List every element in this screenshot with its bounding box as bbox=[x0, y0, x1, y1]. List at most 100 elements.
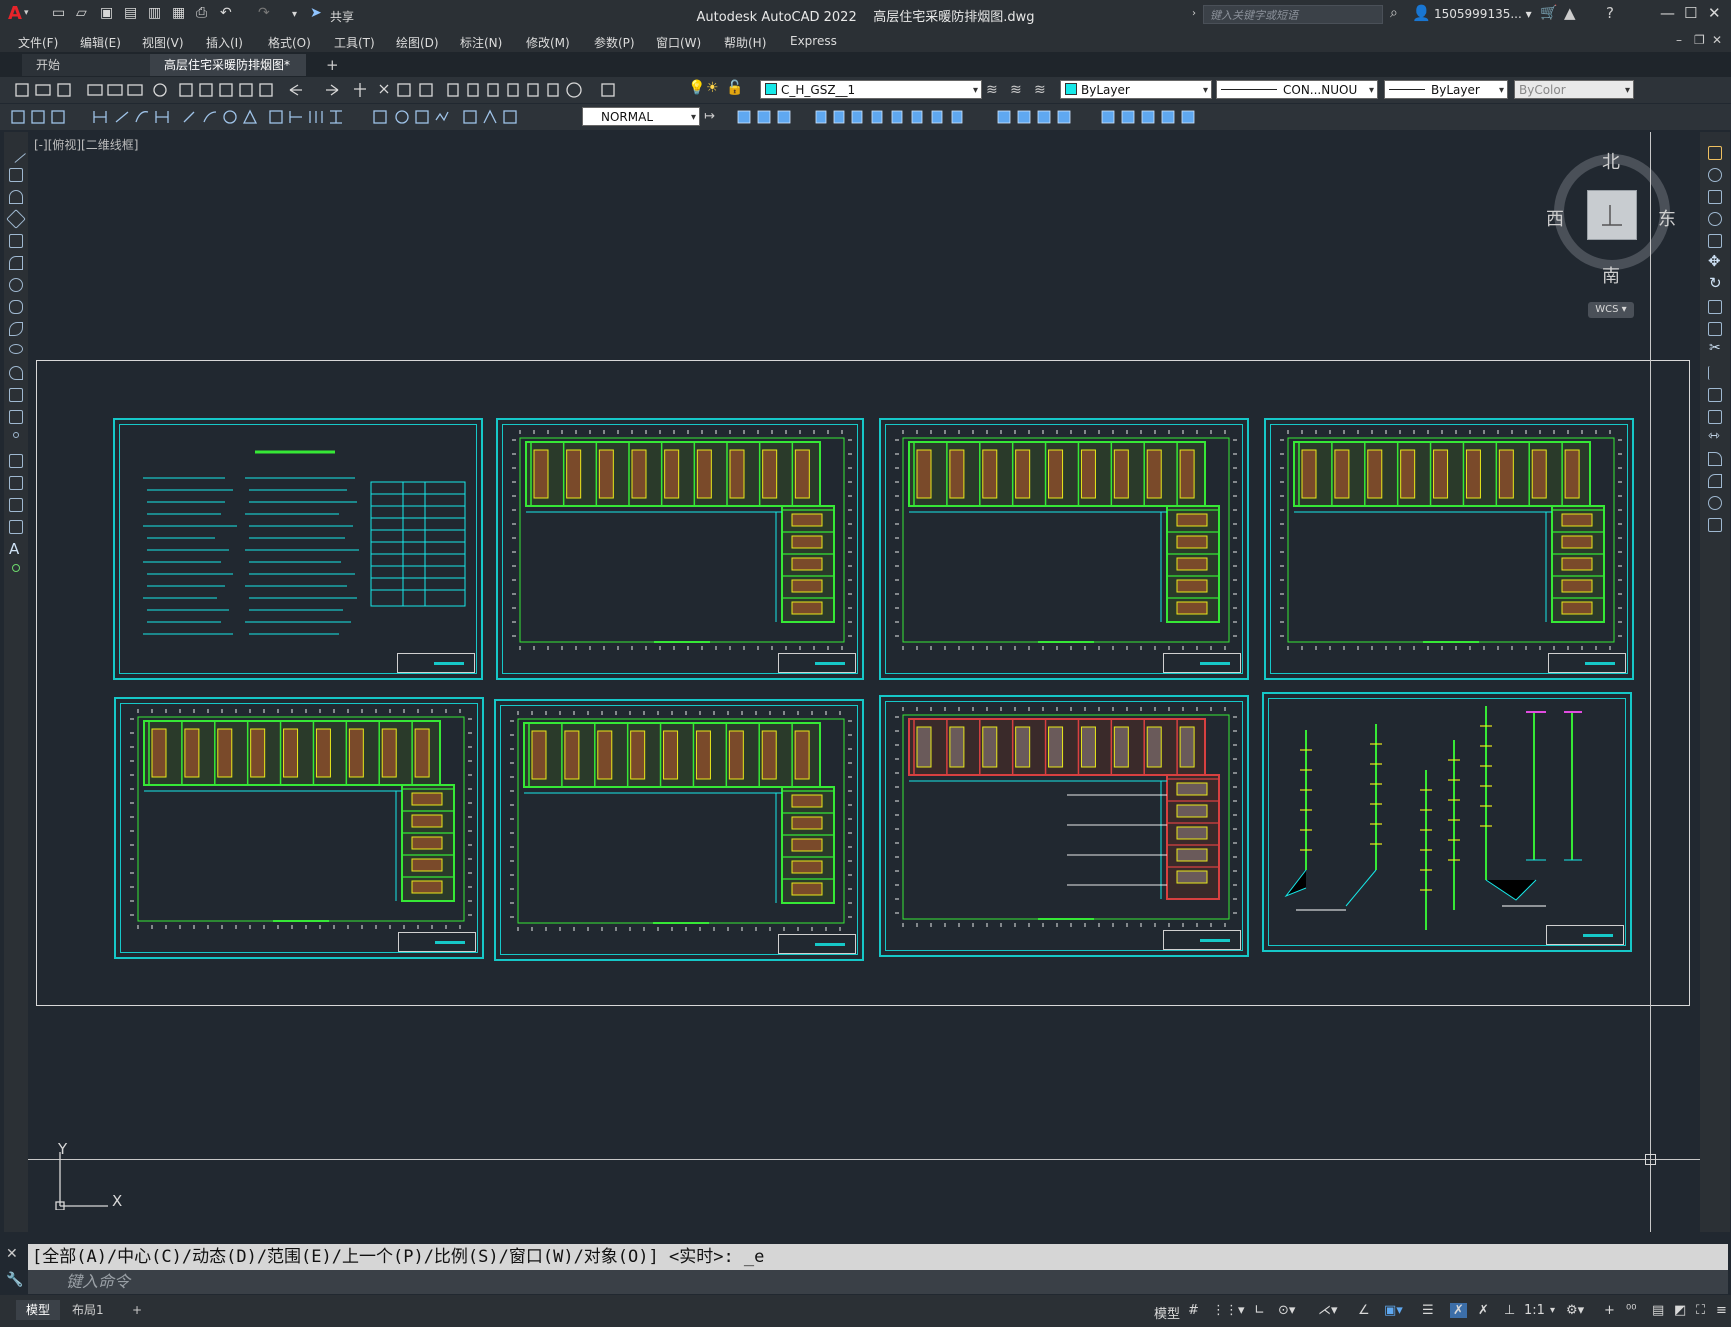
dimstyle-dropdown[interactable]: NORMAL ▾ bbox=[582, 107, 700, 126]
compass-north[interactable]: 北 bbox=[1602, 148, 1620, 174]
isodraft-icon[interactable]: ⋌▾ bbox=[1318, 1303, 1338, 1318]
tab-document[interactable]: 高层住宅采暖防排烟图* ✕ bbox=[150, 54, 306, 94]
layer-lock-icon[interactable]: 🔓 bbox=[726, 80, 743, 96]
menu-express[interactable]: Express bbox=[790, 34, 837, 48]
quick-properties-icon[interactable]: ▤ bbox=[1652, 1303, 1664, 1318]
doc-close-icon[interactable]: ✕ bbox=[1712, 33, 1722, 47]
layer-iso-icon[interactable]: ≋ bbox=[1034, 82, 1046, 98]
erase-icon[interactable] bbox=[1708, 146, 1722, 160]
drawing-sheet-notes[interactable] bbox=[113, 418, 483, 680]
array-icon[interactable] bbox=[1708, 234, 1722, 248]
menu-modify[interactable]: 修改(M) bbox=[526, 34, 570, 51]
user-account[interactable]: 1505999135... ▾ bbox=[1434, 7, 1532, 21]
move-icon[interactable]: ✥ bbox=[1708, 252, 1721, 270]
explode-icon[interactable] bbox=[1708, 518, 1722, 532]
grid-icon[interactable]: # bbox=[1188, 1303, 1199, 1318]
gradient-icon[interactable] bbox=[9, 476, 23, 490]
help-icon[interactable]: ? bbox=[1606, 4, 1614, 22]
annotation-scale-value[interactable]: 1:1 bbox=[1524, 1303, 1545, 1318]
copy-icon[interactable] bbox=[1708, 168, 1722, 182]
menu-parametric[interactable]: 参数(P) bbox=[594, 34, 635, 51]
add-layout-button[interactable]: + bbox=[122, 1300, 152, 1320]
lineweight-icon[interactable]: ☰ bbox=[1422, 1303, 1434, 1318]
compass-south[interactable]: 南 bbox=[1602, 262, 1620, 288]
search-icon[interactable]: ⌕ bbox=[1390, 5, 1398, 21]
object-snap-icon[interactable]: ▣▾ bbox=[1384, 1303, 1403, 1318]
search-input[interactable]: 键入关键字或短语 bbox=[1203, 5, 1383, 24]
join-icon[interactable]: ⇿ bbox=[1708, 428, 1720, 444]
polyline-icon[interactable] bbox=[9, 190, 23, 204]
mirror-icon[interactable] bbox=[1708, 190, 1722, 204]
drawing-sheet-floor-plan-5[interactable] bbox=[494, 699, 864, 961]
circle-icon[interactable] bbox=[9, 278, 23, 292]
extend-icon[interactable] bbox=[1708, 366, 1722, 380]
menu-tools[interactable]: 工具(T) bbox=[334, 34, 375, 51]
lineweight-dropdown[interactable]: ByLayer ▾ bbox=[1384, 80, 1508, 99]
viewport-controls[interactable]: [-][俯视][二维线框] bbox=[34, 136, 138, 153]
wcs-menu-button[interactable]: WCS ▾ bbox=[1588, 302, 1634, 318]
command-input[interactable]: 键入命令 bbox=[28, 1270, 1728, 1294]
revcloud-icon[interactable] bbox=[9, 300, 23, 314]
model-space-button[interactable]: 模型 bbox=[1154, 1303, 1180, 1322]
close-icon[interactable]: ✕ bbox=[1708, 4, 1721, 22]
layer-thaw-icon[interactable]: ☀ bbox=[706, 80, 719, 96]
drawing-sheet-floor-plan-4[interactable] bbox=[114, 697, 484, 959]
menu-window[interactable]: 窗口(W) bbox=[656, 34, 701, 51]
add-selected-icon[interactable] bbox=[12, 564, 20, 572]
annotation-monitor-icon[interactable]: + bbox=[1604, 1303, 1615, 1318]
tab-model[interactable]: 模型 bbox=[16, 1300, 61, 1320]
cart-icon[interactable]: 🛒 bbox=[1540, 5, 1557, 21]
layer-previous-icon[interactable]: ≋ bbox=[986, 82, 998, 98]
drawing-sheet-floor-plan-3[interactable] bbox=[1264, 418, 1634, 680]
units-icon[interactable]: ⁰⁰ bbox=[1626, 1303, 1636, 1318]
scale-icon[interactable] bbox=[1708, 300, 1722, 314]
color-dropdown[interactable]: ByLayer ▾ bbox=[1060, 80, 1212, 99]
offset-icon[interactable] bbox=[1708, 212, 1722, 226]
trim-icon[interactable]: ✂ bbox=[1709, 340, 1721, 356]
clean-screen-icon[interactable]: ⛶ bbox=[1696, 1303, 1705, 1318]
polar-tracking-icon[interactable]: ⊙▾ bbox=[1278, 1303, 1295, 1318]
make-block-icon[interactable] bbox=[9, 410, 23, 424]
region-icon[interactable] bbox=[9, 498, 23, 512]
drawing-sheet-floor-plan-1[interactable] bbox=[496, 418, 864, 680]
compass-west[interactable]: 西 bbox=[1546, 205, 1564, 231]
annotation-visibility-icon[interactable]: ✗ bbox=[1450, 1303, 1467, 1318]
layer-on-icon[interactable]: 💡 bbox=[688, 80, 705, 96]
drawing-sheet-roof-plan[interactable] bbox=[879, 695, 1249, 957]
stretch-icon[interactable] bbox=[1708, 322, 1722, 336]
ellipse-arc-icon[interactable] bbox=[9, 366, 23, 380]
menu-help[interactable]: 帮助(H) bbox=[724, 34, 766, 51]
dimstyle-manager-icon[interactable]: ↦ bbox=[704, 109, 715, 124]
arc-icon[interactable] bbox=[9, 256, 23, 270]
ellipse-icon[interactable] bbox=[9, 344, 23, 354]
construction-line-icon[interactable] bbox=[9, 168, 23, 182]
menu-view[interactable]: 视图(V) bbox=[142, 34, 184, 51]
menu-draw[interactable]: 绘图(D) bbox=[396, 34, 439, 51]
point-icon[interactable] bbox=[13, 432, 19, 438]
break-at-point-icon[interactable] bbox=[1708, 388, 1722, 402]
snap-icon[interactable]: ⋮⋮▾ bbox=[1212, 1303, 1245, 1318]
chamfer-icon[interactable] bbox=[1708, 452, 1722, 466]
line-icon[interactable] bbox=[6, 143, 26, 163]
menu-dimension[interactable]: 标注(N) bbox=[460, 34, 502, 51]
auto-scale-icon[interactable]: ✗ bbox=[1478, 1303, 1489, 1318]
menu-format[interactable]: 格式(O) bbox=[268, 34, 311, 51]
standard-tools-icons[interactable] bbox=[8, 77, 648, 103]
annotation-scale-icon[interactable]: ⊥ bbox=[1504, 1303, 1515, 1318]
tab-layout1[interactable]: 布局1 bbox=[62, 1300, 114, 1320]
rotate-icon[interactable]: ↻ bbox=[1709, 274, 1722, 292]
drawing-sheet-riser-diagram[interactable] bbox=[1262, 692, 1632, 952]
fillet-icon[interactable] bbox=[1708, 474, 1722, 488]
menu-edit[interactable]: 编辑(E) bbox=[80, 34, 121, 51]
menu-file[interactable]: 文件(F) bbox=[18, 34, 58, 51]
user-icon[interactable]: 👤 bbox=[1412, 4, 1431, 22]
viewcube-top-face[interactable] bbox=[1587, 190, 1637, 240]
break-icon[interactable] bbox=[1708, 410, 1722, 424]
compass-east[interactable]: 东 bbox=[1658, 205, 1676, 231]
mtext-icon[interactable]: A bbox=[9, 540, 19, 558]
hatch-icon[interactable] bbox=[9, 454, 23, 468]
new-tab-button[interactable]: + bbox=[326, 56, 339, 74]
command-close-icon[interactable]: ✕ bbox=[6, 1246, 18, 1262]
workspace-gear-icon[interactable]: ⚙▾ bbox=[1566, 1303, 1584, 1318]
modify-tools-icons[interactable] bbox=[732, 104, 1212, 130]
